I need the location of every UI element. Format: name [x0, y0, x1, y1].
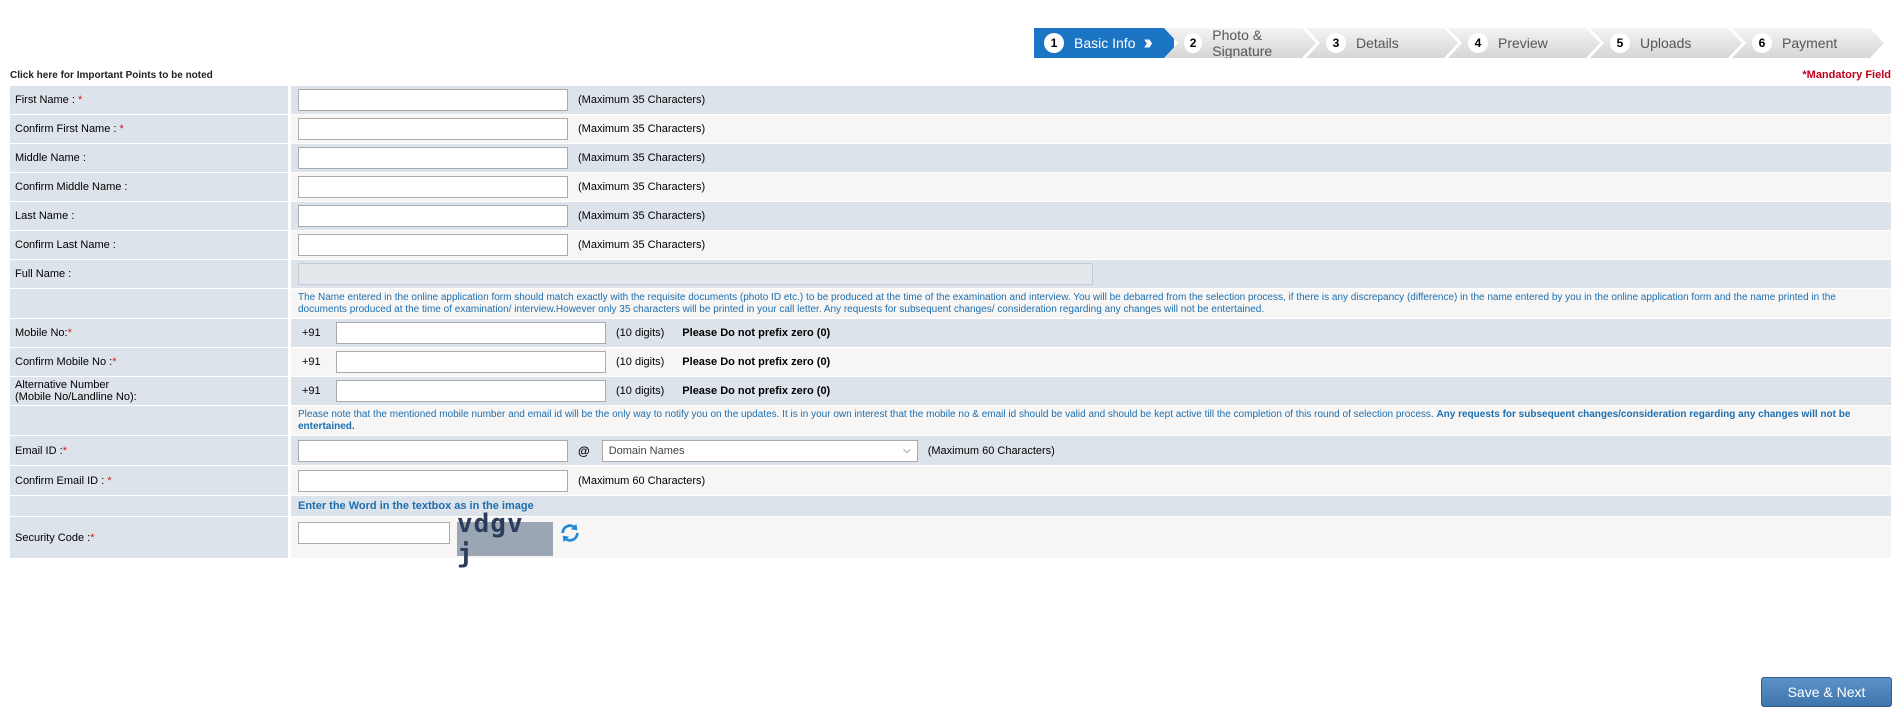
confirm-middle-name-label: Confirm Middle Name : — [10, 173, 291, 201]
email-label: Email ID : * — [10, 436, 291, 465]
form-row-full-name: Full Name : — [10, 260, 1891, 289]
confirm-email-hint: (Maximum 60 Characters) — [578, 474, 706, 487]
step-number: 1 — [1044, 33, 1064, 53]
confirm-last-name-input[interactable] — [298, 234, 568, 256]
middle-name-hint: (Maximum 35 Characters) — [578, 152, 706, 164]
double-chevron-right-icon: ›› — [1143, 31, 1153, 54]
security-code-input[interactable] — [298, 522, 450, 544]
country-code-prefix: +91 — [302, 356, 321, 368]
step-payment[interactable]: 6 Payment — [1732, 28, 1884, 58]
form-row-captcha-hint: Enter the Word in the textbox as in the … — [10, 496, 1891, 517]
country-code-prefix: +91 — [302, 327, 321, 339]
name-info-text: The Name entered in the online applicati… — [298, 291, 1836, 315]
step-preview[interactable]: 4 Preview — [1448, 28, 1600, 58]
step-number: 4 — [1468, 33, 1488, 53]
last-name-hint: (Maximum 35 Characters) — [578, 210, 706, 222]
step-label: Photo & Signature — [1212, 27, 1273, 59]
step-number: 2 — [1184, 33, 1203, 53]
form-row-security-code: Security Code : * vdgv j — [10, 509, 1891, 569]
form-row-contact-info: Please note that the mentioned mobile nu… — [10, 406, 1891, 436]
confirm-mobile-note: Please Do not prefix zero (0) — [682, 356, 831, 368]
confirm-first-name-label: Confirm First Name : * — [10, 115, 291, 143]
confirm-middle-name-input[interactable] — [298, 176, 568, 198]
refresh-icon[interactable] — [559, 522, 581, 544]
form-row-email: Email ID : * @ Domain Names ⌵ (Maximum 60… — [10, 436, 1891, 466]
progress-stepper: 1 Basic Info ›› 2 Photo & Signature 3 De… — [1034, 28, 1884, 58]
full-name-input — [298, 263, 1093, 285]
form-row-confirm-last-name: Confirm Last Name : (Maximum 35 Characte… — [10, 231, 1891, 260]
step-label: Basic Info — [1074, 35, 1136, 51]
first-name-input[interactable] — [298, 89, 568, 111]
step-number: 6 — [1752, 33, 1772, 53]
form-row-confirm-first-name: Confirm First Name : * (Maximum 35 Chara… — [10, 115, 1891, 144]
step-label: Uploads — [1640, 35, 1692, 51]
alternative-number-label: Alternative Number (Mobile No/Landline N… — [10, 377, 291, 405]
email-input[interactable] — [298, 439, 568, 462]
step-basic-info[interactable]: 1 Basic Info ›› — [1034, 28, 1174, 58]
confirm-email-label: Confirm Email ID : * — [10, 466, 291, 495]
form-row-first-name: First Name : * (Maximum 35 Characters) — [10, 86, 1891, 115]
important-points-link[interactable]: Click here for Important Points to be no… — [10, 70, 213, 81]
confirm-last-name-label: Confirm Last Name : — [10, 231, 291, 259]
step-number: 5 — [1610, 33, 1630, 53]
step-photo-signature[interactable]: 2 Photo & Signature — [1164, 28, 1316, 58]
mobile-hint: (10 digits) — [616, 327, 665, 339]
country-code-prefix: +91 — [302, 385, 321, 397]
chevron-down-icon: ⌵ — [903, 445, 911, 456]
step-label: Details — [1356, 35, 1399, 51]
contact-info-text: Please note that the mentioned mobile nu… — [298, 408, 1851, 432]
first-name-hint: (Maximum 35 Characters) — [578, 94, 706, 106]
step-uploads[interactable]: 5 Uploads — [1590, 28, 1742, 58]
last-name-input[interactable] — [298, 205, 568, 227]
middle-name-input[interactable] — [298, 147, 568, 169]
confirm-middle-name-hint: (Maximum 35 Characters) — [578, 181, 706, 193]
form-row-confirm-middle-name: Confirm Middle Name : (Maximum 35 Charac… — [10, 173, 1891, 202]
basic-info-form: First Name : * (Maximum 35 Characters) C… — [10, 86, 1891, 569]
form-row-mobile: Mobile No: * +91 (10 digits) Please Do no… — [10, 319, 1891, 348]
form-row-name-info: The Name entered in the online applicati… — [10, 289, 1891, 319]
confirm-mobile-input[interactable] — [336, 351, 606, 373]
confirm-last-name-hint: (Maximum 35 Characters) — [578, 239, 706, 251]
confirm-mobile-hint: (10 digits) — [616, 356, 665, 368]
alternative-number-hint: (10 digits) — [616, 385, 665, 397]
form-row-alternative-number: Alternative Number (Mobile No/Landline N… — [10, 377, 1891, 406]
alternative-number-input[interactable] — [336, 380, 606, 402]
last-name-label: Last Name : — [10, 202, 291, 230]
form-row-last-name: Last Name : (Maximum 35 Characters) — [10, 202, 1891, 231]
captcha-image: vdgv j — [457, 509, 553, 569]
confirm-email-input[interactable] — [298, 469, 568, 492]
form-row-middle-name: Middle Name : (Maximum 35 Characters) — [10, 144, 1891, 173]
domain-select[interactable]: Domain Names ⌵ — [601, 439, 918, 462]
email-hint: (Maximum 60 Characters) — [927, 444, 1055, 457]
form-row-confirm-mobile: Confirm Mobile No : * +91 (10 digits) Ple… — [10, 348, 1891, 377]
confirm-mobile-label: Confirm Mobile No : * — [10, 348, 291, 376]
step-details[interactable]: 3 Details — [1306, 28, 1458, 58]
step-number: 3 — [1326, 33, 1346, 53]
confirm-first-name-input[interactable] — [298, 118, 568, 140]
security-code-label: Security Code : * — [10, 517, 291, 558]
step-label: Payment — [1782, 35, 1838, 51]
full-name-label: Full Name : — [10, 260, 291, 288]
mandatory-field-note: *Mandatory Field — [1802, 69, 1891, 81]
step-label: Preview — [1498, 35, 1548, 51]
mobile-input[interactable] — [336, 322, 606, 344]
middle-name-label: Middle Name : — [10, 144, 291, 172]
at-sign: @ — [578, 443, 590, 458]
save-next-button[interactable]: Save & Next — [1761, 677, 1892, 707]
mobile-note: Please Do not prefix zero (0) — [682, 327, 831, 339]
confirm-first-name-hint: (Maximum 35 Characters) — [578, 123, 706, 135]
mobile-label: Mobile No: * — [10, 319, 291, 347]
first-name-label: First Name : * — [10, 86, 291, 114]
form-row-confirm-email: Confirm Email ID : * (Maximum 60 Charact… — [10, 466, 1891, 496]
alternative-number-note: Please Do not prefix zero (0) — [682, 385, 831, 397]
